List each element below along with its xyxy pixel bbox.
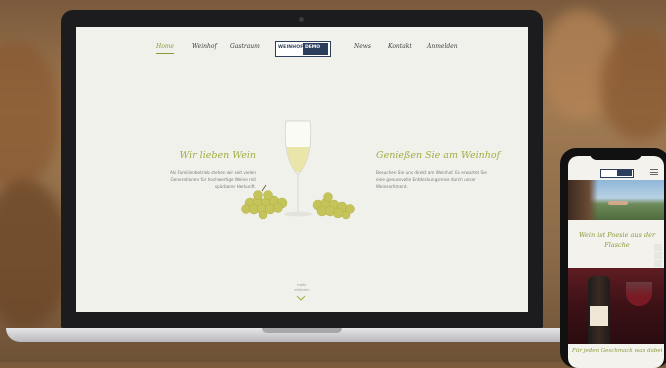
background-barrel	[0, 180, 70, 330]
nav-item-kontakt[interactable]: Kontakt	[388, 43, 412, 50]
laptop-screen: Home Weinhof Gastraum WEINHOF DEMO News …	[76, 27, 528, 312]
main-navigation: Home Weinhof Gastraum WEINHOF DEMO News …	[76, 41, 528, 61]
chevron-down-icon[interactable]	[296, 295, 306, 301]
intro-right: Genießen Sie am Weinhof Besuchen Sie uns…	[376, 150, 501, 190]
mobile-logo[interactable]	[600, 169, 634, 178]
background-barrel	[0, 40, 60, 190]
mobile-wine-photo	[568, 268, 664, 344]
laptop-notch	[262, 328, 342, 333]
more-link[interactable]: mehr erfahren	[288, 283, 316, 293]
phone-screen: Wein ist Poesie aus der Flasche Für jede…	[568, 156, 664, 368]
hamburger-menu-icon[interactable]	[650, 169, 658, 175]
mobile-bottom-text: Für jeden Geschmack was dabei	[572, 348, 663, 354]
mobile-logo-bar	[617, 170, 632, 176]
nav-item-gastraum[interactable]: Gastraum	[230, 43, 260, 50]
background-barrel	[600, 30, 666, 140]
mobile-hero-arm	[608, 201, 628, 205]
logo-text: WEINHOF	[278, 45, 304, 50]
right-heading: Genießen Sie am Weinhof	[376, 150, 501, 161]
laptop-camera	[299, 17, 304, 22]
mobile-bottle-label	[590, 306, 608, 326]
mobile-side-icons	[654, 244, 662, 268]
logo-subtext: DEMO	[305, 45, 321, 50]
more-link-line2: erfahren	[294, 288, 310, 292]
mobile-hero-person	[568, 180, 598, 220]
site-logo[interactable]: WEINHOF DEMO	[275, 41, 331, 57]
nav-item-anmelden[interactable]: Anmelden	[427, 43, 458, 50]
mobile-heading: Wein ist Poesie aus der Flasche	[578, 231, 656, 249]
right-paragraph: Besuchen Sie uns direkt am Weinhof. Es e…	[376, 170, 487, 189]
wine-glass-grapes-image	[241, 120, 355, 220]
nav-item-news[interactable]: News	[354, 43, 371, 50]
nav-item-weinhof[interactable]: Weinhof	[192, 43, 217, 50]
phone-notch	[590, 151, 642, 160]
nav-item-home[interactable]: Home	[156, 43, 175, 54]
